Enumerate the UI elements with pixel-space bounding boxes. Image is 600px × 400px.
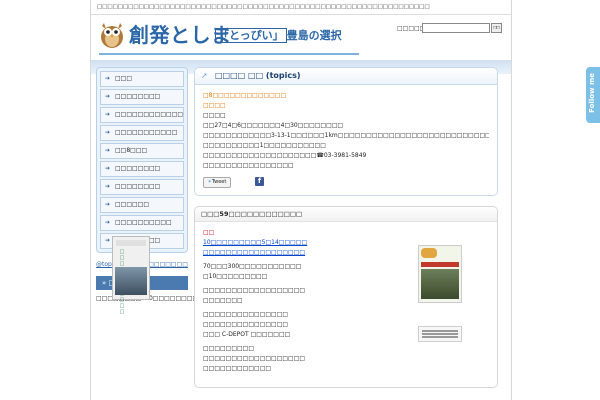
sidebar-item-5[interactable]: ➔ □□8□□□ [100,143,184,159]
arrow-right-icon: ➔ [105,165,111,172]
topics-panel: ➚ □□□□ □□ (topics) □8□□□□□□□□□□□□□ □□□□ … [194,67,498,196]
magazine-photo [421,269,459,299]
topics-line: □□□□□□□□□□□□□□□□□□□□☎03-3981-5849 [203,152,367,159]
magazine-logo [421,248,437,258]
sidebar-item-label: □□□□□□□□ [115,93,161,100]
search-button[interactable]: □□ [491,23,502,33]
topics-line: □□□□□□□□□□1□□□□□□□□□□□ [203,142,326,149]
topics-line[interactable]: □8□□□□□□□□□□□□□ [203,91,489,101]
sidebar-item-3[interactable]: ➔ □□□□□□□□□□□□□□□□ [100,107,184,123]
topics-panel-header: ➚ □□□□ □□ (topics) [195,68,497,85]
sidebar-item-label: □□□□□□□□□□ [115,219,172,226]
topics-line: □□27□4□6□□□□□□□4□30□□□□□□□□ [203,122,344,129]
top-description-bar: □□□□□□□□□□□□□□□□□□□□□□□□□□□□□□□□□□□□□□□□… [91,0,511,15]
sidebar-item-7[interactable]: ➔ □□□□□□□□ [100,179,184,195]
issue-heading: □□□59□□□□□□□□□□□□ [201,210,303,218]
topics-line: □□□□□□□□□□□□3-13-1□□□□□□1km□□□□□□□□□□□□□… [203,132,489,139]
facebook-icon[interactable]: f [255,177,264,186]
issue-para: □□□□□□□□□□□□□□□ [203,321,289,328]
sidebar-item-label: □□□□□□□□□□□ [115,129,178,136]
sidebar-nav: ➔□□□ ➔□□□□□□□□ ➔□□□□□□□□□□□□□□□□ ➔□□□□□□… [96,67,188,253]
owl-logo-icon[interactable] [99,21,125,49]
tweet-button[interactable]: ✦Tweet [203,177,231,188]
arrow-up-right-icon: ➚ [201,71,208,80]
book-cover-image[interactable]: □□□□□□□□□□□ [112,236,150,315]
search-input[interactable] [422,23,490,33]
topics-line: □□□□□□□□□□□□□□□□ [203,162,294,169]
issue-body: □□ 10□□□□□□□□□5□14□□□□□ □□□□□□□□□□□□□□□□… [195,222,411,380]
topics-heading: □□□□ □□ (topics) [215,71,301,80]
issue-link-1[interactable]: 10□□□□□□□□□5□14□□□□□ [203,238,403,248]
sidebar-item-label: □□□□□□ [115,201,150,208]
issue-para: □□□□□□□□□ [203,345,255,352]
issue-para: □□□□□□□□□□□□□□□□□□ [203,287,306,294]
magazine-band [421,262,459,267]
issue-para: □□□□□□□ [203,297,243,304]
arrow-right-icon: ➔ [105,129,111,136]
site-description: □□□□□□□□□□□□□□□□□□□□□□□□□□□□□□□□□□□□□□□□… [97,4,430,10]
sidebar-item-8[interactable]: ➔ □□□□□□ [100,197,184,213]
magazine-text-line [422,333,458,335]
tweet-label: Tweet [211,179,227,185]
sidebar-item-9[interactable]: ➔ □□□□□□□□□□ [100,215,184,231]
sidebar-item-6[interactable]: ➔ □□□□□□□□ [100,161,184,177]
follow-me-label: Follow me [588,73,596,113]
follow-me-tab[interactable]: Follow me [586,67,600,123]
header-underline [99,53,359,55]
arrow-right-icon: ➔ [105,111,111,118]
book-cover-band [116,240,146,246]
double-chevron-icon: » [102,279,107,287]
issue-para: 70□□□300□□□□□□□□□□□ [203,263,302,270]
topics-body: □8□□□□□□□□□□□□□ □□□□ □□□□ □□27□4□6□□□□□□… [195,85,497,195]
sidebar-item-4[interactable]: ➔ □□□□□□□□□□□ [100,125,184,141]
issue-para: □□□□□□□□□□□□ [203,365,272,372]
arrow-right-icon: ➔ [105,237,111,244]
issue-para: □□□□□□□□□□□□□□□ [203,311,289,318]
sidebar-item-2[interactable]: ➔ □□□□□□□□ [100,89,184,105]
arrow-right-icon: ➔ [105,201,111,208]
arrow-right-icon: ➔ [105,147,111,154]
sidebar-item-label: □□8□□□ [115,147,148,154]
sidebar-item-label: □□□ [115,75,133,82]
sidebar-item-label: □□□□□□□□□□□□□□□□ [115,111,184,118]
arrow-right-icon: ➔ [105,75,111,82]
magazine-text-line [422,336,458,338]
issue-para: □□□□□□□□□□□□□□□□□□ [203,355,306,362]
sidebar-item-1[interactable]: ➔ □□□ [100,71,184,87]
arrow-right-icon: ➔ [105,93,111,100]
arrow-right-icon: ➔ [105,183,111,190]
issue-red-label: □□ [203,229,215,236]
issue-para: □10□□□□□□□□□ [203,273,268,280]
arrow-right-icon: ➔ [105,219,111,226]
issue-panel-header: □□□59□□□□□□□□□□□□ [195,207,497,222]
subtitle-rest: 豊島の選択 [286,29,342,42]
magazine-cover-image[interactable] [418,245,462,303]
topics-line: □□□□ [203,112,226,119]
book-cover-photo [115,267,147,295]
magazine-text-line [422,330,458,332]
site-header: 創発としま 「とっぴい」 豊島の選択 □□□□□□□ □□ [91,15,511,60]
sidebar-item-label: □□□□□□□□ [115,165,161,172]
magazine-page-image[interactable] [418,326,462,342]
subtitle-bracket: 「とっぴい」 [215,28,287,43]
topics-line: □□□□ [203,102,226,109]
issue-para: □□□ C-DEPOT □□□□□□□ [203,331,291,338]
sidebar-item-label: □□□□□□□□ [115,183,161,190]
share-bar: ✦Tweet f [203,177,489,189]
site-subtitle: 「とっぴい」 豊島の選択 [215,27,342,43]
issue-link-2[interactable]: □□□□□□□□□□□□□□□□□□ [203,248,403,258]
